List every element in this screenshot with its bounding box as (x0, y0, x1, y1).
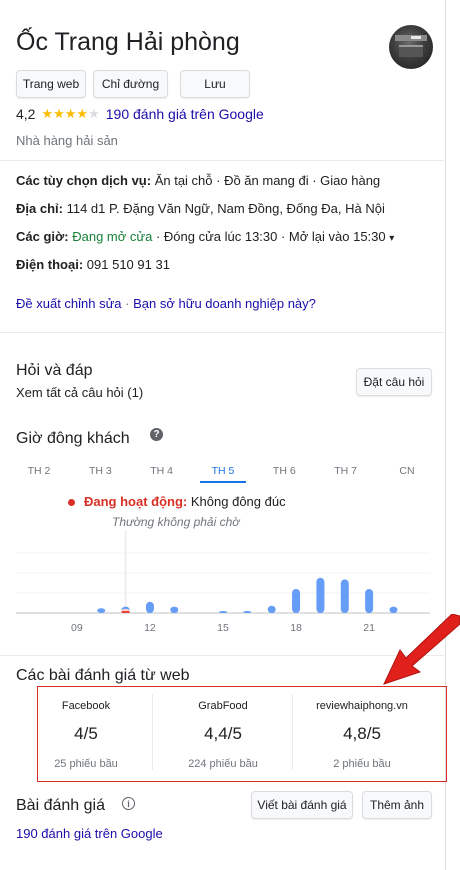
column-divider (152, 694, 153, 770)
chart-bar (389, 606, 398, 613)
hours-status: Đang mở cửa (72, 229, 153, 244)
day-tab[interactable]: TH 4 (139, 465, 185, 483)
services-value: Ăn tại chỗ · Đồ ăn mang đi · Giao hàng (154, 173, 381, 188)
popular-times-title: Giờ đông khách (16, 430, 130, 447)
qa-title: Hỏi và đáp (16, 362, 93, 379)
live-indicator-icon (68, 499, 75, 506)
info-icon[interactable]: i (122, 797, 135, 810)
web-review-score: 4/5 (74, 724, 98, 743)
day-tabs: TH 2 TH 3 TH 4 TH 5 TH 6 TH 7 CN (16, 465, 430, 483)
google-reviews-count-link[interactable]: 190 đánh giá trên Google (16, 826, 163, 841)
tick-label: 09 (71, 622, 83, 634)
phone-label: Điện thoại: (16, 257, 84, 272)
rating-value: 4,2 (16, 106, 36, 122)
chart-bar (316, 577, 325, 613)
web-review-score: 4,4/5 (204, 724, 242, 743)
web-review-score: 4,8/5 (343, 724, 381, 743)
rating-row: 4,2 ★★★★★ 190 đánh giá trên Google (16, 106, 264, 122)
chart-bar (170, 606, 179, 613)
address-value[interactable]: 114 d1 P. Đặng Văn Ngữ, Nam Đồng, Đống Đ… (67, 201, 385, 216)
help-circle-icon[interactable]: ? (150, 428, 163, 441)
chart-bar (365, 589, 374, 613)
tick-label: 12 (144, 622, 156, 634)
web-review-grabfood[interactable]: GrabFood 4,4/5 224 phiếu bầu (157, 694, 289, 770)
photo-window-shape (399, 45, 423, 57)
phone-row: Điện thoại: 091 510 91 31 (16, 257, 170, 272)
reviews-title: Bài đánh giá (16, 797, 105, 814)
hours-row[interactable]: Các giờ: Đang mở cửa · Đóng cửa lúc 13:3… (16, 229, 394, 244)
own-business-link[interactable]: Bạn sở hữu doanh nghiệp này? (133, 296, 316, 311)
day-tab[interactable]: TH 3 (77, 465, 123, 483)
live-status: Đang hoạt động: Không đông đúc (84, 494, 286, 509)
web-review-facebook[interactable]: Facebook 4/5 25 phiếu bầu (20, 694, 152, 770)
tick-label: 15 (217, 622, 229, 634)
google-reviews-link[interactable]: 190 đánh giá trên Google (106, 106, 264, 122)
place-photo[interactable] (389, 25, 433, 69)
place-title: Ốc Trang Hải phòng (16, 28, 240, 56)
edit-links-row: Đề xuất chỉnh sửa · Bạn sở hữu doanh ngh… (16, 296, 316, 311)
place-panel: Ốc Trang Hải phòng Trang web Chỉ đường L… (0, 0, 447, 870)
phone-value[interactable]: 091 510 91 31 (87, 257, 170, 272)
link-separator: · (125, 296, 130, 311)
divider (0, 332, 446, 333)
services-label: Các tùy chọn dịch vụ: (16, 173, 152, 188)
save-button[interactable]: Lưu (180, 70, 250, 98)
annotation-arrow-icon (383, 614, 460, 685)
rating-stars-icon: ★★★★★ (41, 106, 100, 121)
suggest-edit-link[interactable]: Đề xuất chỉnh sửa (16, 296, 122, 311)
day-tab[interactable]: TH 5 (199, 465, 246, 483)
chart-bar (243, 611, 252, 613)
web-review-source: Facebook (61, 700, 111, 712)
write-review-button[interactable]: Viết bài đánh giá (251, 791, 353, 819)
address-label: Địa chỉ: (16, 201, 63, 216)
services-row: Các tùy chọn dịch vụ: Ăn tại chỗ · Đồ ăn… (16, 173, 380, 188)
web-review-reviewhaiphong[interactable]: reviewhaiphong.vn 4,8/5 2 phiếu bầu (296, 694, 428, 770)
add-photo-button[interactable]: Thêm ảnh (362, 791, 432, 819)
place-category: Nhà hàng hải sản (16, 133, 118, 148)
column-divider (292, 694, 293, 770)
web-reviews-title: Các bài đánh giá từ web (16, 667, 190, 684)
qa-see-all-link[interactable]: Xem tất cả câu hỏi (1) (16, 385, 143, 400)
day-tab[interactable]: CN (384, 465, 430, 483)
hours-label: Các giờ: (16, 229, 69, 244)
live-bar-fill (121, 611, 130, 613)
photo-sign-shape (411, 36, 421, 39)
web-review-votes: 224 phiếu bầu (188, 758, 258, 770)
chart-bar (219, 611, 227, 613)
live-label: Đang hoạt động: (84, 494, 188, 509)
tick-label: 21 (363, 622, 375, 634)
tick-label: 18 (290, 622, 302, 634)
web-review-votes: 2 phiếu bầu (333, 758, 391, 770)
day-tab[interactable]: TH 2 (16, 465, 62, 483)
chart-bar (267, 605, 276, 613)
website-button[interactable]: Trang web (16, 70, 86, 98)
web-review-source: reviewhaiphong.vn (316, 700, 408, 712)
live-subtext: Thường không phải chờ (112, 515, 240, 529)
web-review-votes: 25 phiếu bầu (54, 758, 118, 770)
chart-bar (145, 601, 154, 613)
hours-detail: · Đóng cửa lúc 13:30 · Mở lại vào 15:30 (155, 229, 386, 244)
web-review-source: GrabFood (198, 700, 248, 712)
chevron-down-icon[interactable]: ▾ (389, 233, 394, 244)
day-tab[interactable]: TH 6 (261, 465, 307, 483)
day-tab[interactable]: TH 7 (323, 465, 369, 483)
chart-bar (340, 579, 349, 613)
chart-bar (97, 608, 106, 613)
divider (0, 160, 446, 161)
live-value: Không đông đúc (190, 494, 286, 509)
ask-question-button[interactable]: Đặt câu hỏi (356, 368, 432, 396)
address-row: Địa chỉ: 114 d1 P. Đặng Văn Ngữ, Nam Đồn… (16, 201, 385, 216)
chart-bar (292, 589, 301, 613)
directions-button[interactable]: Chỉ đường (93, 70, 168, 98)
